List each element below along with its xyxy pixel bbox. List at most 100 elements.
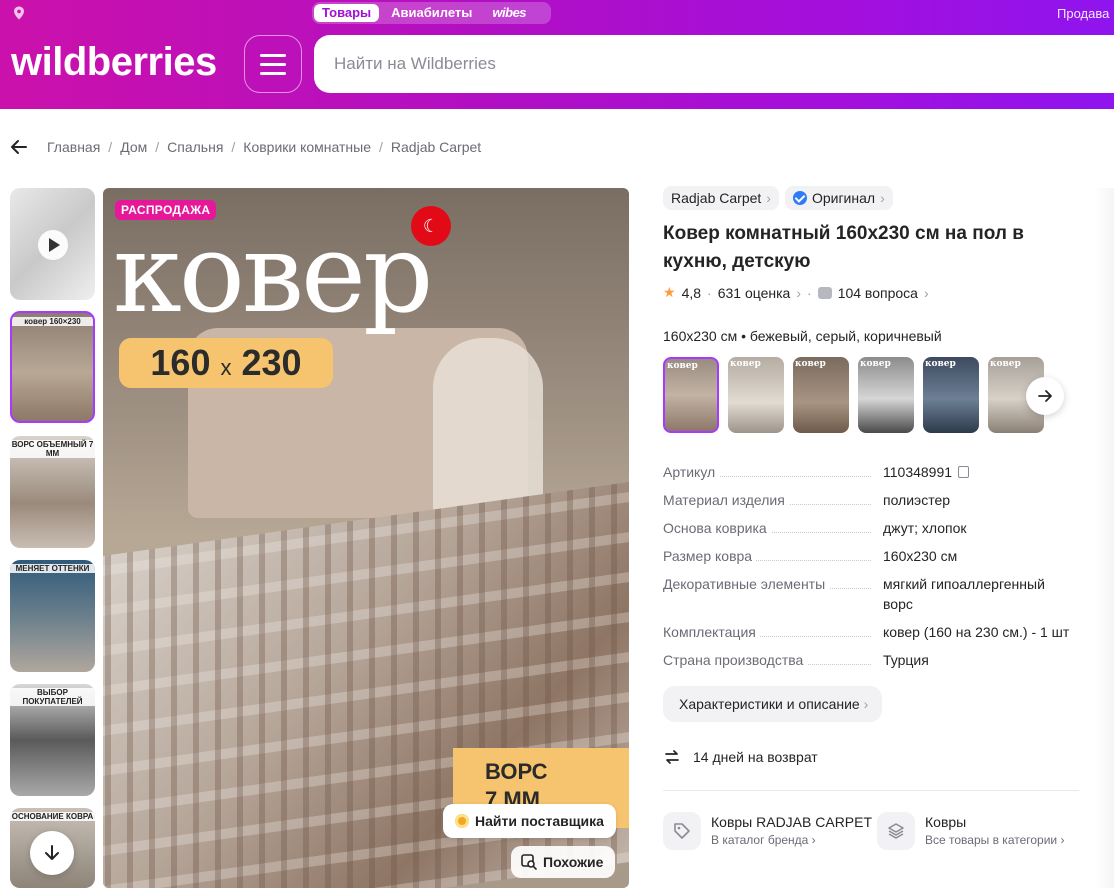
breadcrumb-item[interactable]: Radjab Carpet — [391, 139, 481, 155]
details-button[interactable]: Характеристики и описание › — [663, 686, 883, 722]
category-link[interactable]: Все товары в категории › — [925, 832, 1064, 848]
breadcrumb-separator: / — [379, 139, 383, 155]
spec-value: джут; хлопок — [883, 520, 967, 536]
brand-link[interactable]: Radjab Carpet › — [663, 186, 779, 210]
tab-wibes[interactable]: wibes — [484, 4, 534, 22]
thumbnail-video[interactable] — [10, 188, 95, 300]
brand-name: Radjab Carpet — [671, 190, 762, 206]
back-arrow-icon[interactable] — [10, 138, 28, 156]
dot-separator: · — [707, 284, 712, 301]
pile-title: ВОРС — [485, 759, 548, 784]
location-pin-icon[interactable] — [12, 6, 26, 20]
tab-goods[interactable]: Товары — [314, 4, 380, 22]
variant-thumbnail[interactable]: ковер — [858, 357, 914, 433]
variant-thumbnail[interactable]: ковер — [728, 357, 784, 433]
spec-value: Турция — [883, 652, 929, 668]
thumbnail-image[interactable]: ВОРС ОБЪЕМНЫЙ 7 ММ — [10, 436, 95, 548]
thumbnail-label: ВЫБОР ПОКУПАТЕЛЕЙ — [10, 688, 95, 706]
size-width: 160 — [150, 342, 211, 383]
spec-key: Комплектация — [663, 622, 760, 642]
layers-icon — [877, 812, 915, 850]
chevron-right-icon: › — [766, 190, 771, 206]
variant-thumbnail[interactable]: ковер — [663, 357, 719, 433]
thumbnail-image[interactable]: ковер 160×230 — [10, 311, 95, 423]
variant-mark: ковер — [730, 359, 761, 369]
breadcrumb-separator: / — [108, 139, 113, 155]
divider — [663, 790, 1079, 791]
spec-value: полиэстер — [883, 492, 951, 508]
scroll-down-button[interactable] — [30, 831, 74, 875]
variant-thumbnail[interactable]: ковер — [793, 357, 849, 433]
sale-badge: РАСПРОДАЖА — [115, 200, 217, 220]
variants-next-button[interactable] — [1026, 377, 1064, 415]
breadcrumb-separator: / — [231, 139, 236, 155]
brand-catalog-title: Ковры RADJAB CARPET — [711, 814, 873, 830]
reviews-link[interactable]: 631 оценка — [718, 285, 791, 301]
variant-mark: ковер — [860, 359, 891, 369]
search-input[interactable]: Найти на Wildberries — [314, 35, 1114, 93]
breadcrumb-item[interactable]: Дом — [120, 139, 147, 155]
breadcrumb-item[interactable]: Главная — [47, 139, 100, 155]
breadcrumb-item[interactable]: Спальня — [167, 139, 223, 155]
variant-thumbnail[interactable]: ковер — [923, 357, 979, 433]
thumbnail-label: ОСНОВАНИЕ КОВРА — [10, 812, 95, 821]
copy-icon[interactable] — [958, 466, 970, 478]
chevron-right-icon: › — [796, 284, 802, 301]
spec-value: ковер (160 на 230 см.) - 1 шт — [883, 624, 1070, 640]
search-placeholder: Найти на Wildberries — [334, 54, 496, 73]
chevron-right-icon: › — [923, 284, 929, 301]
spec-key: Размер ковра — [663, 546, 757, 566]
category-title: Ковры — [925, 814, 967, 830]
breadcrumb-item[interactable]: Коврики комнатные — [243, 139, 371, 155]
variant-mark: ковер — [667, 361, 698, 371]
site-header: Товары Авиабилеты wibes Продава wildberr… — [0, 0, 1114, 109]
breadcrumb-separator: / — [155, 139, 160, 155]
spec-value: 160х230 см — [883, 548, 958, 564]
thumbnail-image[interactable]: ВЫБОР ПОКУПАТЕЛЕЙ — [10, 684, 95, 796]
turkey-flag-icon: ☾ — [411, 206, 451, 246]
tag-icon — [663, 812, 701, 850]
thumbnail-label: ковер 160×230 — [12, 317, 93, 326]
product-main-image[interactable]: ковер РАСПРОДАЖА ☾ 160 x 230 ВОРС 7 ММ Н… — [103, 188, 629, 888]
menu-bar — [260, 53, 286, 57]
sell-link[interactable]: Продава — [1057, 6, 1109, 21]
question-icon — [817, 286, 832, 299]
side-panel-edge — [1094, 188, 1114, 888]
article-number[interactable]: 110348991 — [883, 464, 952, 480]
brand-chips: Radjab Carpet › Оригинал › — [663, 186, 893, 210]
variant-mark: ковер — [990, 359, 1021, 369]
category-card[interactable]: Ковры Все товары в категории › — [877, 812, 1064, 850]
original-badge[interactable]: Оригинал › — [784, 186, 893, 210]
size-label: 160 x 230 — [119, 338, 333, 388]
brand-catalog-link[interactable]: В каталог бренда › — [711, 832, 872, 848]
rating-row: ★ 4,8 · 631 оценка › · 104 вопроса › — [663, 284, 929, 301]
dot-separator: · — [807, 284, 812, 301]
return-text: 14 дней на возврат — [693, 749, 818, 765]
spec-key: Основа коврика — [663, 518, 771, 538]
questions-link[interactable]: 104 вопроса — [838, 285, 918, 301]
image-headline: ковер — [113, 209, 433, 337]
image-search-icon — [521, 854, 537, 870]
arrow-right-icon — [1038, 390, 1052, 402]
wildberries-logo[interactable]: wildberries — [11, 38, 217, 86]
brand-catalog-card[interactable]: Ковры RADJAB CARPET В каталог бренда › — [663, 812, 872, 850]
verified-check-icon — [792, 191, 807, 205]
spec-key: Декоративные элементы — [663, 574, 830, 594]
similar-button[interactable]: Похожие — [511, 846, 616, 878]
tab-flights[interactable]: Авиабилеты — [383, 4, 480, 22]
spec-key: Артикул — [663, 462, 720, 482]
return-policy: 14 дней на возврат — [663, 748, 818, 766]
spec-key: Страна производства — [663, 650, 808, 670]
thumbnail-label: МЕНЯЕТ ОТТЕНКИ — [10, 564, 95, 573]
rating-value: 4,8 — [681, 284, 702, 301]
chevron-right-icon: › — [880, 190, 885, 206]
menu-bar — [260, 71, 286, 75]
original-label: Оригинал — [811, 190, 876, 206]
return-arrows-icon — [665, 750, 679, 764]
find-supplier-button[interactable]: Найти поставщика — [443, 804, 616, 838]
thumbnail-image[interactable]: МЕНЯЕТ ОТТЕНКИ — [10, 560, 95, 672]
variant-mark: ковер — [795, 359, 826, 369]
thumbnail-label: ВОРС ОБЪЕМНЫЙ 7 ММ — [10, 440, 95, 458]
spec-value: 110348991 — [883, 462, 1073, 482]
menu-button[interactable] — [244, 35, 302, 93]
